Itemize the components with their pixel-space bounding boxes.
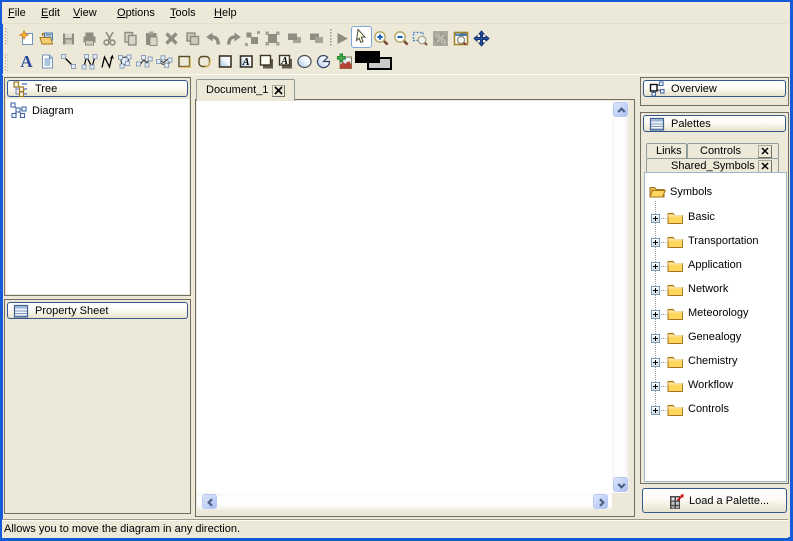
svg-text:A: A <box>280 56 288 67</box>
svg-text:A: A <box>241 57 249 68</box>
